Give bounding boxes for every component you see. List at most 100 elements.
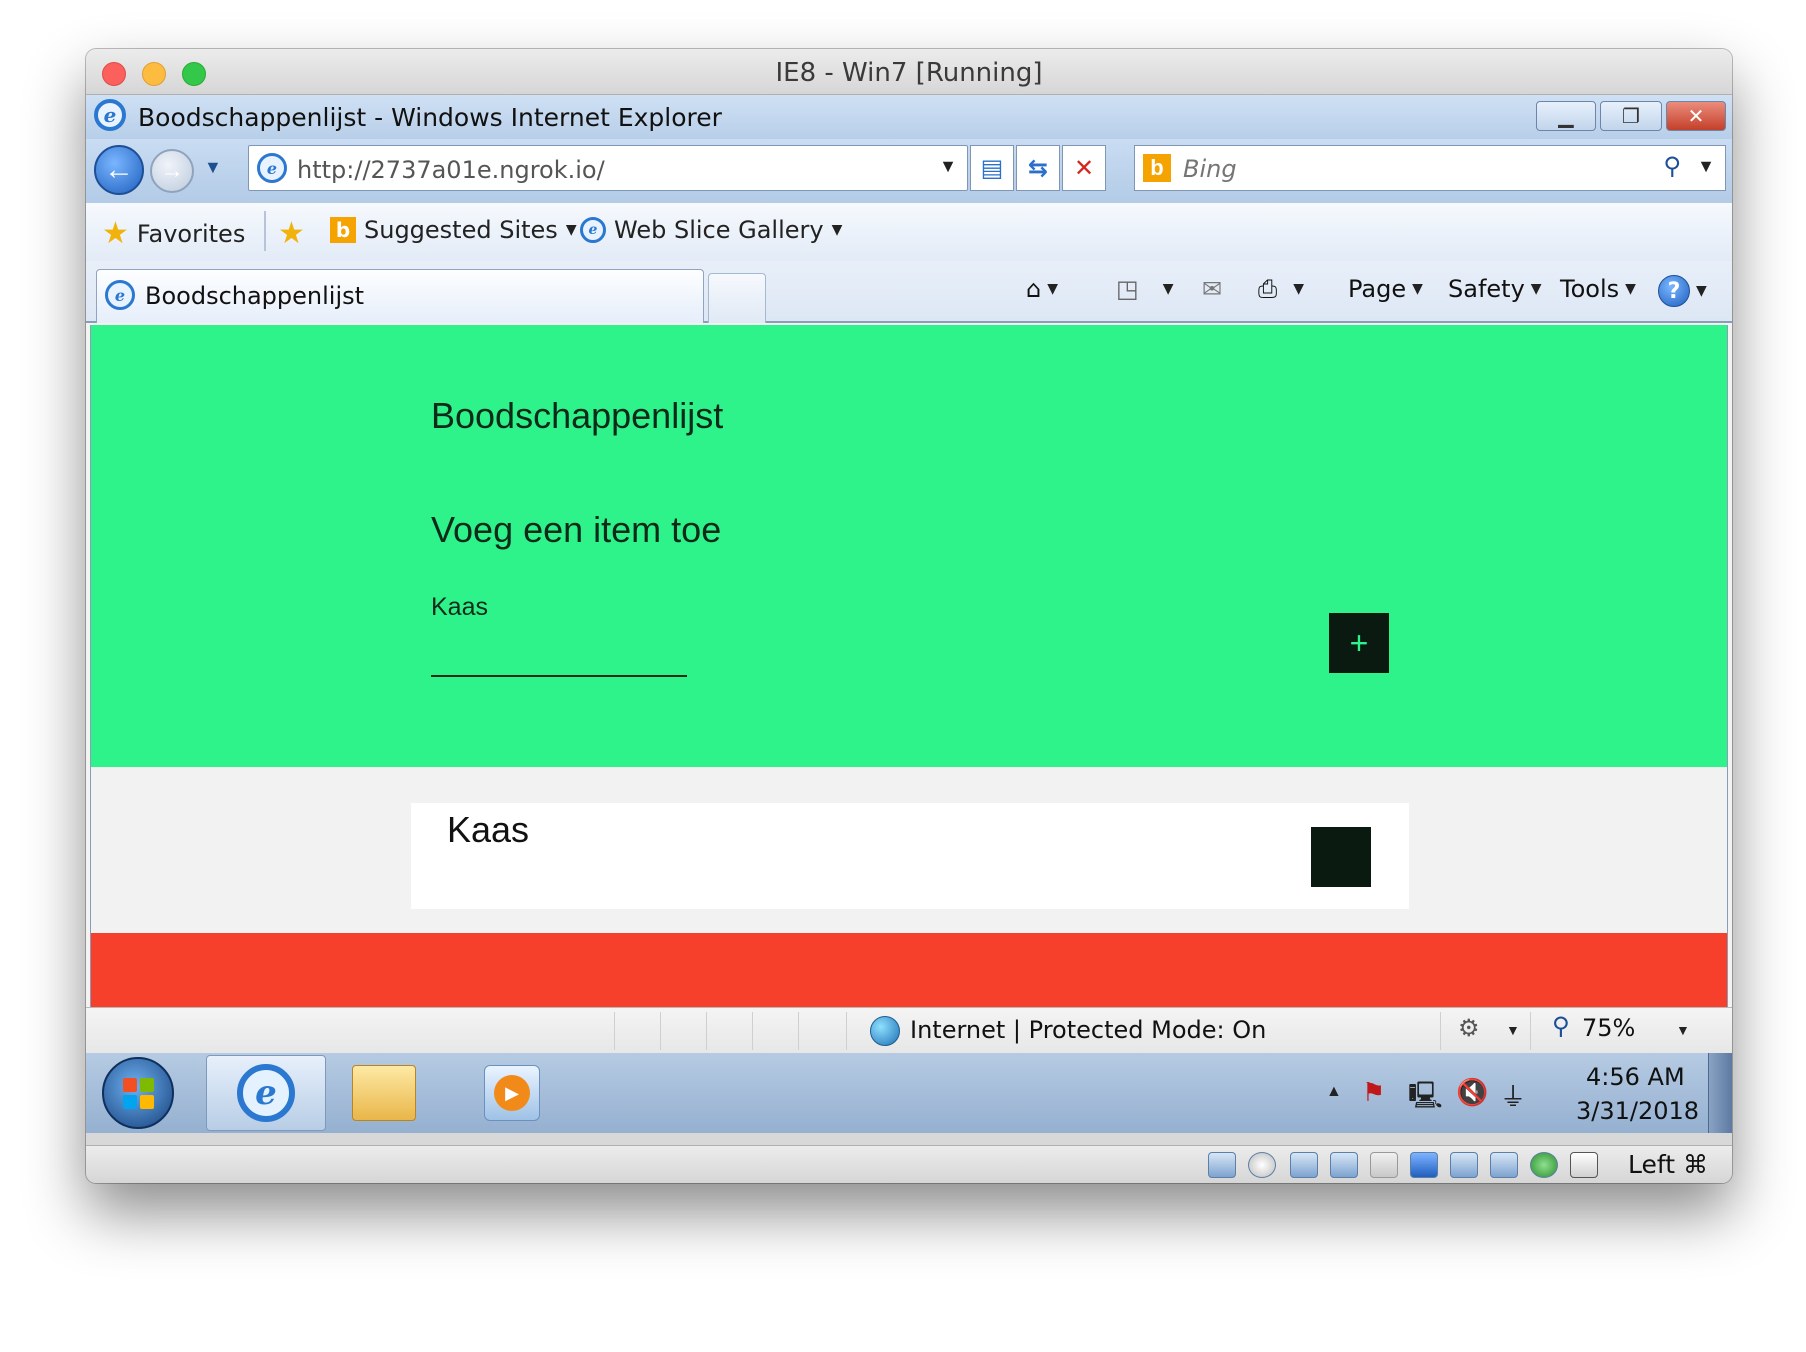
page-menu[interactable]: Page ▼ bbox=[1348, 275, 1423, 303]
virtualization-icon[interactable] bbox=[1490, 1152, 1518, 1178]
virtualbox-window: IE8 - Win7 [Running] e Boodschappenlijst… bbox=[86, 49, 1732, 1183]
address-dropdown-icon[interactable]: ▼ bbox=[939, 156, 957, 177]
status-divider bbox=[660, 1012, 661, 1050]
stop-icon[interactable]: ✕ bbox=[1062, 145, 1106, 191]
help-dropdown-icon: ▼ bbox=[1696, 283, 1707, 299]
web-slice-gallery-link[interactable]: e Web Slice Gallery ▼ bbox=[580, 216, 842, 244]
add-item-button[interactable]: + bbox=[1329, 613, 1389, 673]
feeds-button[interactable]: ◳ ▼ bbox=[1116, 275, 1173, 303]
taskbar-media-player[interactable]: ▶ bbox=[484, 1065, 540, 1121]
tab-ie-icon: e bbox=[105, 280, 135, 310]
favorites-label: Favorites bbox=[136, 219, 246, 248]
list-item-text: Kaas bbox=[447, 809, 530, 850]
security-zone-text[interactable]: Internet | Protected Mode: On bbox=[910, 1016, 1266, 1044]
feeds-dropdown-icon[interactable]: ▼ bbox=[1163, 281, 1174, 297]
page-ie-icon: e bbox=[257, 153, 287, 183]
tools-menu[interactable]: Tools ▼ bbox=[1560, 275, 1636, 303]
favorites-button[interactable]: ★ Favorites bbox=[102, 216, 245, 251]
safety-menu[interactable]: Safety ▼ bbox=[1448, 275, 1542, 303]
video-capture-icon[interactable] bbox=[1450, 1152, 1478, 1178]
usb-icon[interactable] bbox=[1330, 1152, 1358, 1178]
print-button[interactable]: ⎙ ▼ bbox=[1258, 275, 1304, 303]
hard-disk-icon[interactable] bbox=[1208, 1152, 1236, 1178]
search-box[interactable]: b ⚲ ▼ bbox=[1134, 145, 1726, 191]
status-divider bbox=[798, 1012, 799, 1050]
address-bar[interactable]: e http://2737a01e.ngrok.io/ ▼ bbox=[248, 145, 968, 191]
zoom-magnifier-icon[interactable]: ⚲ bbox=[1552, 1012, 1570, 1041]
ie-window: e Boodschappenlijst - Windows Internet E… bbox=[86, 95, 1732, 1133]
taskbar-internet-explorer[interactable]: e bbox=[206, 1055, 326, 1131]
vbox-window-title: IE8 - Win7 [Running] bbox=[775, 58, 1043, 88]
start-button[interactable] bbox=[102, 1057, 174, 1129]
ie-close-button[interactable]: ✕ bbox=[1666, 101, 1726, 131]
show-desktop-button[interactable] bbox=[1708, 1053, 1732, 1133]
read-mail-button[interactable]: ✉ bbox=[1202, 275, 1222, 303]
ie-logo-icon: e bbox=[94, 99, 126, 131]
suggested-sites-link[interactable]: b Suggested Sites ▼ bbox=[330, 216, 577, 244]
media-player-play-icon: ▶ bbox=[494, 1075, 530, 1111]
page-menu-dropdown-icon: ▼ bbox=[1412, 281, 1423, 297]
bing-icon: b bbox=[1143, 154, 1171, 182]
clock-date[interactable]: 3/31/2018 bbox=[1576, 1097, 1699, 1125]
mac-titlebar: IE8 - Win7 [Running] bbox=[86, 49, 1732, 95]
internet-zone-globe-icon bbox=[870, 1016, 900, 1046]
taskbar-windows-explorer-folder-icon[interactable] bbox=[352, 1065, 416, 1121]
search-icon[interactable]: ⚲ bbox=[1663, 152, 1681, 181]
ie-minimize-button[interactable]: ▁ bbox=[1536, 101, 1596, 131]
optical-drive-icon[interactable] bbox=[1248, 1152, 1276, 1178]
ie-titlebar: e Boodschappenlijst - Windows Internet E… bbox=[86, 95, 1732, 139]
volume-muted-icon[interactable]: 🔇 bbox=[1456, 1077, 1488, 1108]
new-tab-button[interactable] bbox=[708, 273, 766, 323]
add-to-favorites-bar-button[interactable]: ★ bbox=[278, 216, 305, 251]
hero-section: Boodschappenlijst Voeg een item toe Kaas… bbox=[91, 325, 1727, 767]
popup-dropdown-icon[interactable]: ▼ bbox=[1506, 1022, 1520, 1038]
internet-explorer-icon: e bbox=[237, 1064, 295, 1122]
home-button[interactable]: ⌂ ▼ bbox=[1026, 275, 1058, 303]
network-adapter-icon[interactable] bbox=[1290, 1152, 1318, 1178]
back-arrow-icon[interactable]: ← bbox=[94, 145, 144, 195]
add-item-heading: Voeg een item toe bbox=[431, 509, 722, 550]
web-slice-ie-icon: e bbox=[580, 217, 606, 243]
status-divider bbox=[614, 1012, 615, 1050]
clock-time[interactable]: 4:56 AM bbox=[1586, 1063, 1685, 1091]
page-menu-label: Page bbox=[1348, 275, 1407, 303]
home-icon: ⌂ bbox=[1026, 275, 1042, 303]
keyboard-capture-icon[interactable] bbox=[1570, 1152, 1598, 1178]
address-url[interactable]: http://2737a01e.ngrok.io/ bbox=[297, 156, 605, 184]
favorites-bar: ★ Favorites ★ b Suggested Sites ▼ e Web … bbox=[86, 203, 1732, 261]
zoom-dropdown-icon[interactable]: ▼ bbox=[1676, 1022, 1690, 1038]
tab-boodschappenlijst[interactable]: e Boodschappenlijst bbox=[96, 269, 704, 323]
forward-arrow-icon[interactable]: → bbox=[150, 149, 194, 193]
search-dropdown-icon[interactable]: ▼ bbox=[1697, 156, 1715, 177]
power-icon[interactable]: ⏚ bbox=[1500, 1077, 1526, 1114]
search-input[interactable] bbox=[1183, 154, 1623, 184]
mouse-integration-icon[interactable] bbox=[1530, 1152, 1558, 1178]
compatibility-view-icon[interactable]: ▤ bbox=[970, 145, 1014, 191]
history-dropdown-icon[interactable]: ▼ bbox=[204, 157, 222, 178]
tray-expand-icon[interactable]: ▲ bbox=[1326, 1083, 1342, 1101]
popup-blocker-icon[interactable]: ⚙ bbox=[1458, 1014, 1480, 1043]
display-icon[interactable] bbox=[1410, 1152, 1438, 1178]
shared-folders-icon[interactable] bbox=[1370, 1152, 1398, 1178]
zoom-level[interactable]: 75% bbox=[1582, 1014, 1635, 1042]
host-key-label: Left ⌘ bbox=[1628, 1150, 1708, 1179]
tools-menu-dropdown-icon: ▼ bbox=[1625, 281, 1636, 297]
delete-item-button[interactable] bbox=[1311, 827, 1371, 887]
status-divider bbox=[846, 1012, 847, 1050]
suggested-sites-label: Suggested Sites bbox=[364, 216, 558, 244]
ie-window-title: Boodschappenlijst - Windows Internet Exp… bbox=[138, 103, 722, 132]
suggested-sites-bing-icon: b bbox=[330, 217, 356, 243]
item-input[interactable] bbox=[431, 625, 687, 677]
home-dropdown-icon[interactable]: ▼ bbox=[1047, 281, 1058, 297]
item-input-label: Kaas bbox=[431, 593, 488, 621]
ie-restore-button[interactable]: ❐ bbox=[1600, 101, 1662, 131]
web-slice-dropdown-icon[interactable]: ▼ bbox=[832, 222, 843, 238]
refresh-icon[interactable]: ⇆ bbox=[1016, 145, 1060, 191]
suggested-sites-dropdown-icon[interactable]: ▼ bbox=[566, 222, 577, 238]
print-dropdown-icon[interactable]: ▼ bbox=[1293, 281, 1304, 297]
rss-feed-icon: ◳ bbox=[1116, 275, 1139, 303]
mail-icon: ✉ bbox=[1202, 275, 1223, 303]
action-center-flag-icon[interactable]: ⚑ bbox=[1362, 1077, 1385, 1108]
network-icon[interactable]: 🖳 bbox=[1408, 1077, 1443, 1121]
help-menu[interactable]: ? ▼ bbox=[1658, 275, 1707, 307]
